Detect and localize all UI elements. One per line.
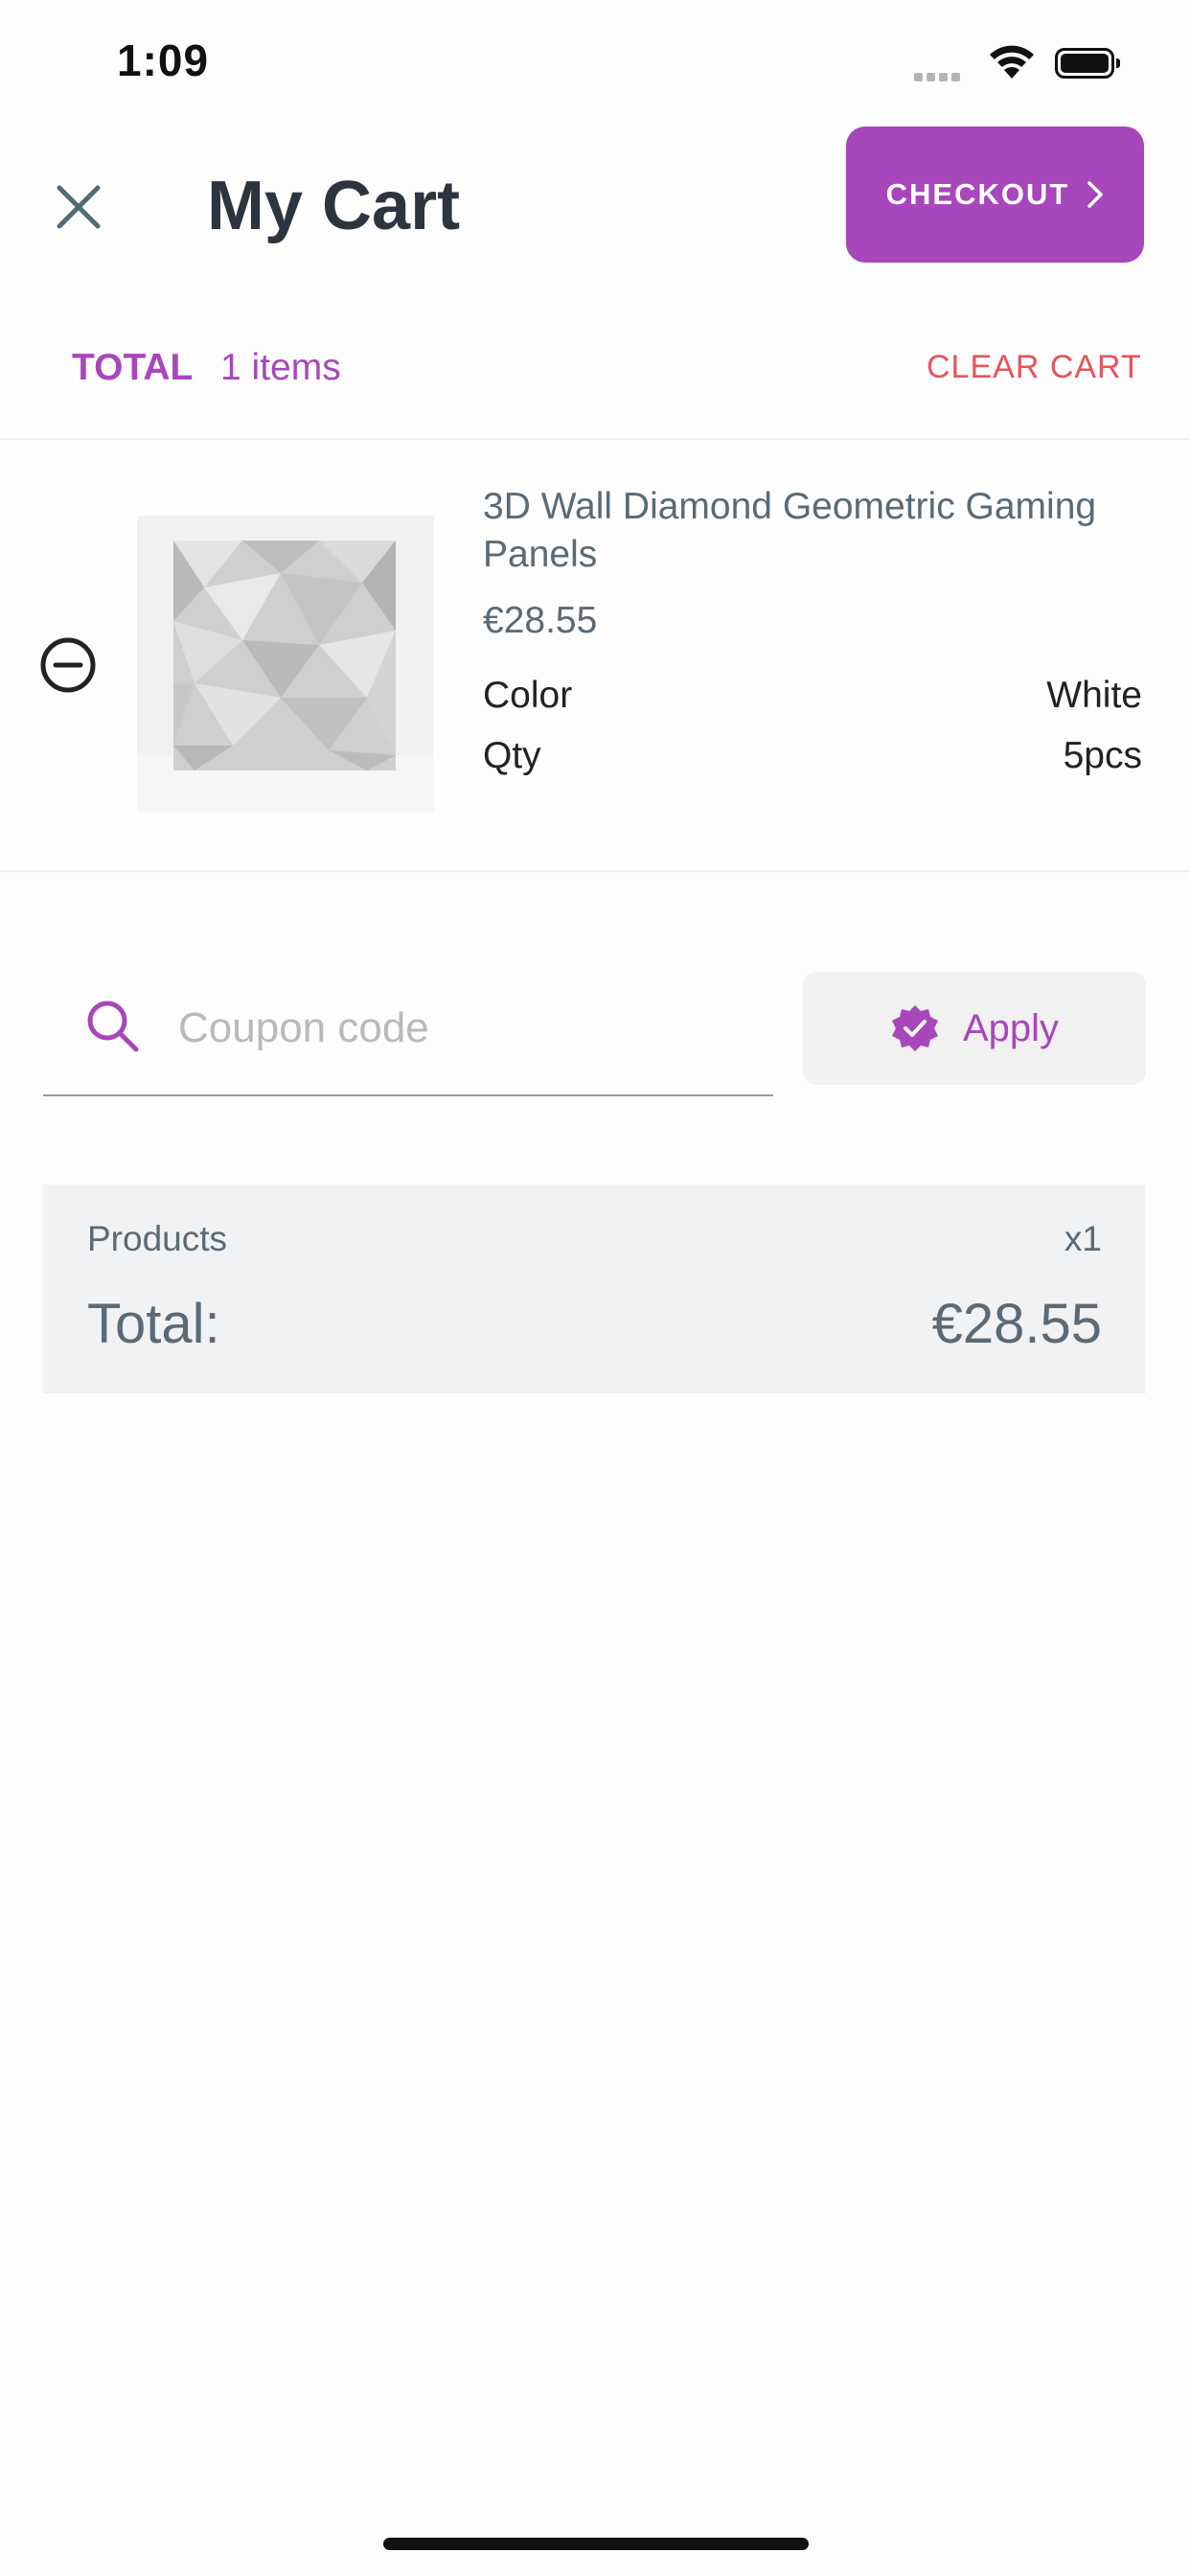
divider (0, 438, 1190, 440)
wifi-icon (990, 45, 1034, 79)
product-name[interactable]: 3D Wall Diamond Geometric Gaming Panels (483, 483, 1154, 579)
close-icon[interactable] (54, 182, 103, 232)
remove-circle-icon[interactable] (38, 635, 98, 695)
cellular-signal-icon (914, 69, 964, 86)
summary-total-value: €28.55 (931, 1293, 1102, 1355)
chevron-right-icon (1087, 181, 1104, 208)
search-icon (87, 1000, 139, 1052)
summary-products-count: x1 (1064, 1219, 1102, 1258)
coupon-input-underline (43, 1094, 773, 1096)
divider (0, 870, 1190, 872)
checkout-button[interactable]: CHECKOUT (846, 126, 1144, 263)
order-summary: Products x1 Total: €28.55 (43, 1184, 1146, 1393)
attribute-label-color: Color (483, 675, 573, 716)
total-label: TOTAL (72, 347, 194, 388)
summary-products-label: Products (87, 1219, 228, 1258)
clear-cart-button[interactable]: CLEAR CART (927, 349, 1142, 386)
verified-badge-icon (891, 1005, 938, 1051)
attribute-value-qty: 5pcs (1063, 735, 1142, 776)
product-image (137, 516, 434, 813)
attribute-value-color: White (1046, 675, 1142, 716)
summary-total-label: Total: (87, 1293, 220, 1355)
status-time: 1:09 (117, 35, 210, 85)
battery-icon (1055, 48, 1120, 79)
items-count: 1 items (220, 347, 341, 388)
coupon-code-input[interactable] (176, 993, 755, 1064)
product-price: €28.55 (483, 600, 598, 641)
home-indicator (383, 2538, 809, 2550)
apply-coupon-button[interactable]: Apply (803, 972, 1146, 1085)
page-title: My Cart (207, 168, 461, 244)
apply-label: Apply (962, 1006, 1060, 1049)
attribute-label-qty: Qty (483, 735, 541, 776)
checkout-label: CHECKOUT (885, 177, 1070, 211)
